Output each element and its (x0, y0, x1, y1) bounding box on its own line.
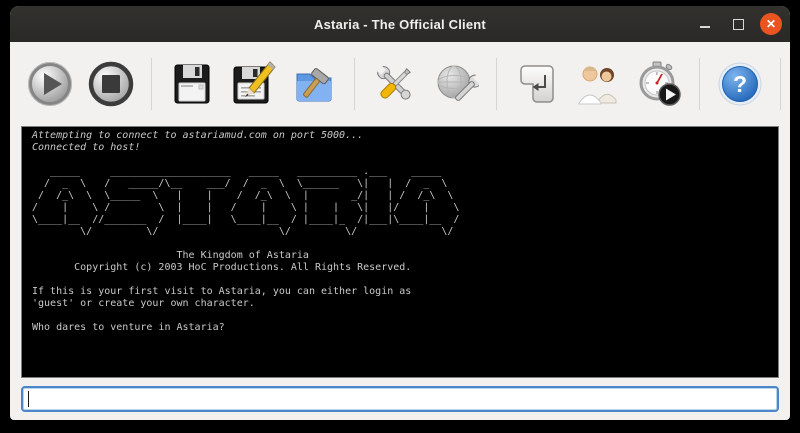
window-controls: ✕ (694, 6, 782, 42)
close-icon: ✕ (766, 18, 776, 30)
characters-button[interactable] (574, 60, 622, 108)
script-tools-button[interactable] (290, 60, 338, 108)
toolbar-separator (496, 58, 497, 110)
toolbar-separator (699, 58, 700, 110)
minimize-icon (700, 26, 710, 28)
window-title: Astaria - The Official Client (314, 17, 486, 32)
edit-script-button[interactable] (229, 60, 277, 108)
astaria-ascii-logo: _____ ____________________ _____ _______… (32, 166, 778, 238)
titlebar[interactable]: Astaria - The Official Client ✕ (10, 6, 790, 42)
toolbar: ? (10, 42, 790, 126)
disconnect-button[interactable] (87, 60, 135, 108)
load-script-button[interactable] (168, 60, 216, 108)
toolbar-separator (151, 58, 152, 110)
timers-button[interactable] (635, 60, 683, 108)
stop-icon (88, 61, 134, 107)
svg-text:?: ? (733, 71, 747, 97)
input-row (21, 386, 779, 412)
maximize-icon (733, 19, 744, 30)
network-settings-button[interactable] (432, 60, 480, 108)
command-input[interactable] (21, 386, 779, 412)
question-mark-icon: ? (717, 61, 763, 107)
globe-wrench-icon (433, 61, 479, 107)
toolbar-separator (354, 58, 355, 110)
minimize-button[interactable] (694, 13, 716, 35)
crossed-tools-icon (372, 61, 418, 107)
help-button[interactable]: ? (716, 60, 764, 108)
terminal-output: Attempting to connect to astariamud.com … (21, 126, 779, 378)
toolbar-separator (780, 58, 781, 110)
stopwatch-play-icon (636, 61, 682, 107)
app-window: Astaria - The Official Client ✕ (10, 6, 790, 420)
floppy-disk-icon (169, 61, 215, 107)
connect-button[interactable] (26, 60, 74, 108)
macro-keys-button[interactable] (513, 60, 561, 108)
preferences-button[interactable] (371, 60, 419, 108)
text-caret (28, 391, 29, 407)
folder-hammer-icon (291, 61, 337, 107)
close-button[interactable]: ✕ (760, 13, 782, 35)
connection-status-lines: Attempting to connect to astariamud.com … (32, 130, 778, 154)
maximize-button[interactable] (727, 13, 749, 35)
floppy-pencil-icon (230, 61, 276, 107)
two-users-icon (575, 61, 621, 107)
welcome-text: The Kingdom of Astaria Copyright (c) 200… (32, 250, 778, 334)
play-icon (27, 61, 73, 107)
enter-key-icon (514, 61, 560, 107)
